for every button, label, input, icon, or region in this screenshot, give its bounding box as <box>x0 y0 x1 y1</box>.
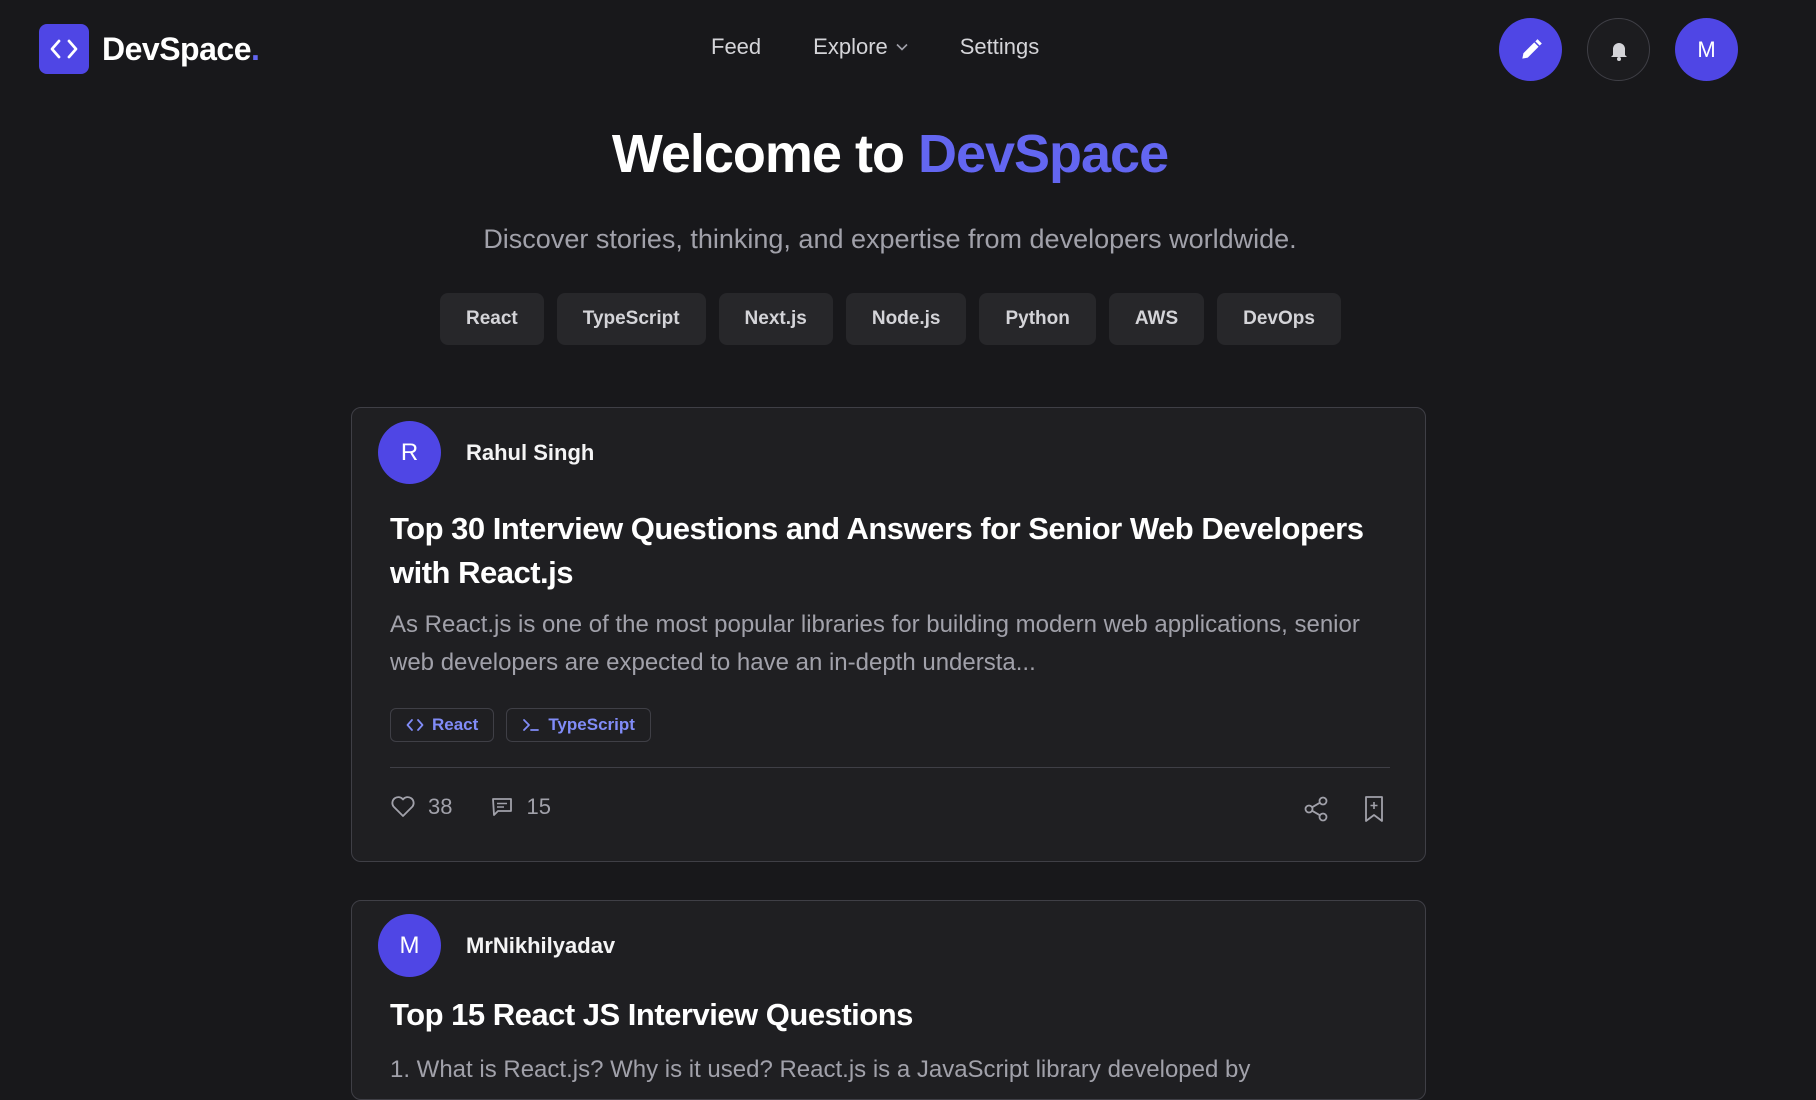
nav-explore-label: Explore <box>813 34 888 59</box>
nav-feed[interactable]: Feed <box>711 34 761 60</box>
write-post-button[interactable] <box>1499 18 1562 81</box>
author-avatar[interactable]: R <box>378 421 441 484</box>
post-tag-react[interactable]: React <box>390 708 495 742</box>
notifications-button[interactable] <box>1587 18 1650 81</box>
author-avatar[interactable]: M <box>378 914 441 977</box>
bell-icon <box>1610 42 1627 61</box>
author-name[interactable]: MrNikhilyadav <box>466 933 615 959</box>
chevron-down-icon <box>896 43 908 51</box>
like-button[interactable]: 38 <box>390 794 452 820</box>
pencil-icon <box>1521 38 1542 59</box>
bookmark-add-icon <box>1365 796 1383 822</box>
post-excerpt: 1. What is React.js? Why is it used? Rea… <box>390 1056 1251 1083</box>
post-author[interactable]: M MrNikhilyadav <box>378 914 615 977</box>
hero-subtitle: Discover stories, thinking, and expertis… <box>483 224 1297 254</box>
post-tag-label: TypeScript <box>548 715 635 734</box>
brand-logo[interactable]: DevSpace. <box>39 24 260 74</box>
post-title[interactable]: Top 15 React JS Interview Questions <box>390 993 1400 1037</box>
terminal-icon <box>523 719 540 731</box>
heart-icon <box>391 796 415 817</box>
tag-aws[interactable]: AWS <box>1108 293 1205 345</box>
hero-title: Welcome to DevSpace <box>611 124 1169 184</box>
brand-name: DevSpace. <box>102 30 260 67</box>
share-icon <box>1304 796 1328 822</box>
hero-section: Welcome to DevSpace Discover stories, th… <box>0 118 1780 255</box>
comment-icon <box>492 798 513 816</box>
share-button[interactable] <box>1301 794 1331 824</box>
code-icon <box>406 719 424 731</box>
code-logo-icon <box>39 24 89 74</box>
user-avatar-button[interactable]: M <box>1675 18 1738 81</box>
post-card[interactable]: R Rahul Singh Top 30 Interview Questions… <box>351 407 1426 862</box>
comment-count: 15 <box>526 794 551 819</box>
post-actions <box>1301 794 1389 824</box>
tag-nextjs[interactable]: Next.js <box>718 293 833 345</box>
post-excerpt: As React.js is one of the most popular l… <box>390 611 1360 676</box>
nav-settings[interactable]: Settings <box>960 34 1040 60</box>
post-tag-label: React <box>432 715 479 734</box>
bookmark-button[interactable] <box>1359 794 1389 824</box>
post-card[interactable]: M MrNikhilyadav Top 15 React JS Intervie… <box>351 900 1426 1100</box>
nav-explore[interactable]: Explore <box>813 34 908 60</box>
tag-python[interactable]: Python <box>979 293 1096 345</box>
post-title[interactable]: Top 30 Interview Questions and Answers f… <box>390 507 1400 595</box>
post-tags: React TypeScript <box>390 708 651 742</box>
main-nav: Feed Explore Settings <box>711 34 1039 60</box>
post-author[interactable]: R Rahul Singh <box>378 421 594 484</box>
topic-tags: React TypeScript Next.js Node.js Python … <box>440 293 1341 345</box>
author-name[interactable]: Rahul Singh <box>466 440 594 466</box>
post-tag-typescript[interactable]: TypeScript <box>506 708 651 742</box>
top-navbar: DevSpace. Feed Explore Settings M <box>0 0 1816 98</box>
card-divider <box>390 767 1390 768</box>
tag-devops[interactable]: DevOps <box>1217 293 1341 345</box>
tag-typescript[interactable]: TypeScript <box>556 293 706 345</box>
tag-nodejs[interactable]: Node.js <box>845 293 967 345</box>
header-actions: M <box>1499 18 1738 81</box>
post-stats: 38 15 <box>390 794 551 820</box>
tag-react[interactable]: React <box>440 293 544 345</box>
like-count: 38 <box>428 794 453 819</box>
comment-button[interactable]: 15 <box>490 794 551 820</box>
